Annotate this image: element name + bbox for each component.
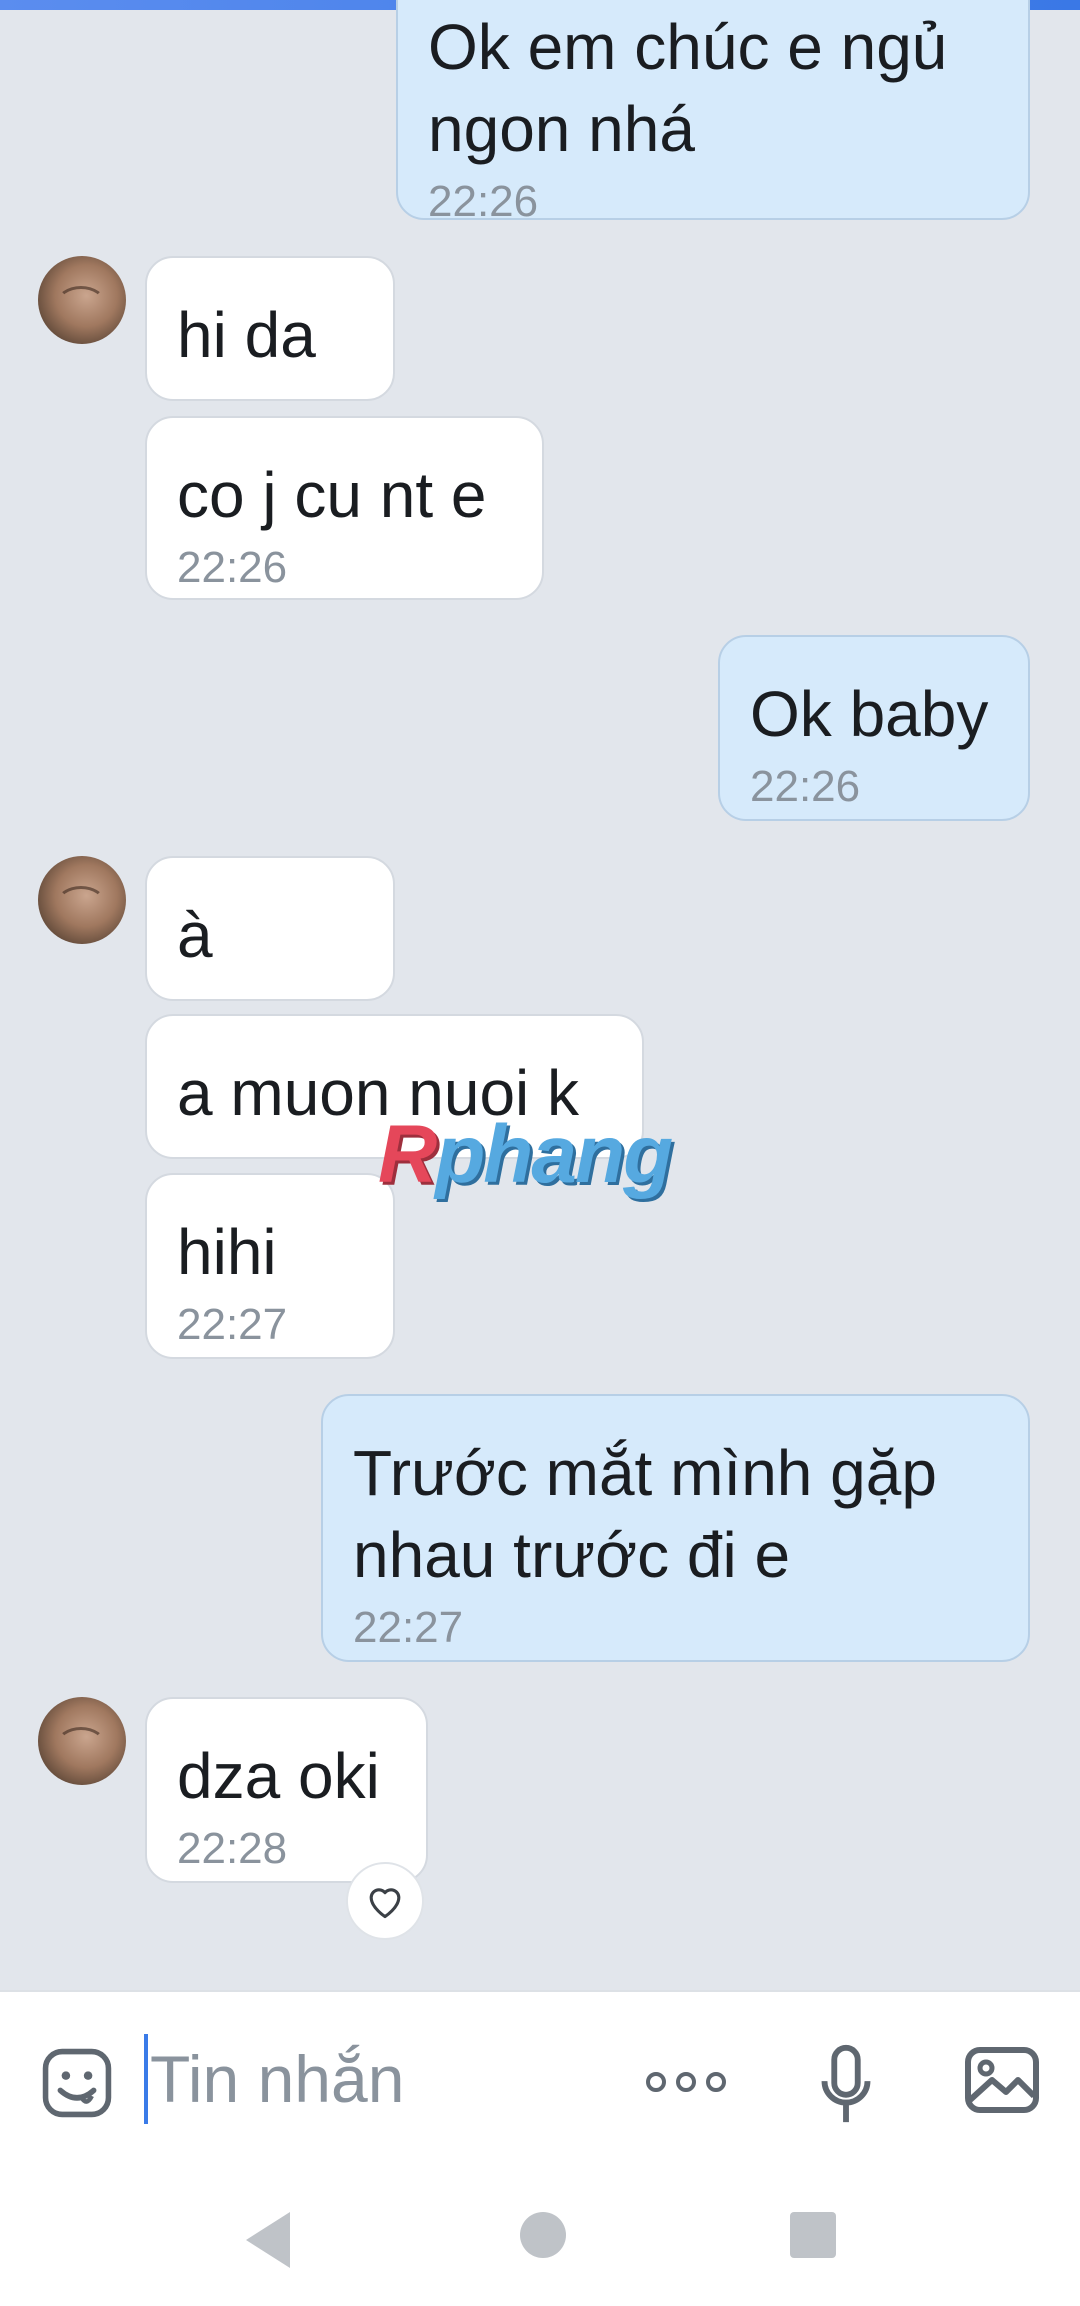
message-text: à xyxy=(177,899,213,971)
recents-nav-icon[interactable] xyxy=(790,2212,836,2258)
watermark-logo: Rphang xyxy=(378,1109,673,1200)
more-dots-icon[interactable] xyxy=(646,2062,730,2102)
message-bubble-incoming[interactable]: hi da xyxy=(145,256,395,401)
contact-avatar[interactable] xyxy=(38,1697,126,1785)
system-nav-bar xyxy=(0,2172,1080,2306)
message-bubble-outgoing[interactable]: Ok baby 22:26 xyxy=(718,635,1030,821)
heart-icon xyxy=(369,1888,401,1919)
message-text: co j cu nt e xyxy=(177,459,487,531)
back-nav-icon[interactable] xyxy=(246,2212,290,2268)
message-text: hi da xyxy=(177,299,316,371)
home-nav-icon[interactable] xyxy=(520,2212,566,2258)
contact-avatar[interactable] xyxy=(38,856,126,944)
message-input[interactable]: Tin nhắn xyxy=(150,2036,404,2122)
message-bubble-incoming[interactable]: hihi 22:27 xyxy=(145,1173,395,1359)
message-text: Ok baby xyxy=(750,678,989,750)
message-bubble-outgoing[interactable]: Trước mắt mình gặp nhau trước đi e 22:27 xyxy=(321,1394,1030,1662)
composer-bar: Tin nhắn xyxy=(0,1990,1080,2174)
emoji-icon[interactable] xyxy=(40,2046,114,2120)
gallery-icon[interactable] xyxy=(962,2040,1042,2120)
contact-avatar[interactable] xyxy=(38,256,126,344)
microphone-icon[interactable] xyxy=(818,2042,874,2128)
message-time: 22:26 xyxy=(428,177,539,226)
message-time: 22:26 xyxy=(177,543,288,592)
message-text: Ok em chúc e ngủ ngon nhá xyxy=(428,11,948,165)
message-time: 22:27 xyxy=(177,1300,288,1349)
message-time: 22:27 xyxy=(353,1603,464,1652)
message-text: hihi xyxy=(177,1216,277,1288)
message-time: 22:26 xyxy=(750,762,861,811)
react-heart-button[interactable] xyxy=(346,1862,424,1940)
message-list[interactable]: Ok em chúc e ngủ ngon nhá 22:26 hi da co… xyxy=(0,0,1080,1990)
text-caret xyxy=(144,2034,148,2124)
message-bubble-incoming[interactable]: dza oki 22:28 xyxy=(145,1697,428,1883)
message-bubble-incoming[interactable]: co j cu nt e 22:26 xyxy=(145,416,544,600)
message-bubble-outgoing[interactable]: Ok em chúc e ngủ ngon nhá 22:26 xyxy=(396,0,1030,226)
message-text: Trước mắt mình gặp nhau trước đi e xyxy=(353,1437,937,1591)
message-text: dza oki xyxy=(177,1740,380,1812)
message-bubble-incoming[interactable]: à xyxy=(145,856,395,1001)
